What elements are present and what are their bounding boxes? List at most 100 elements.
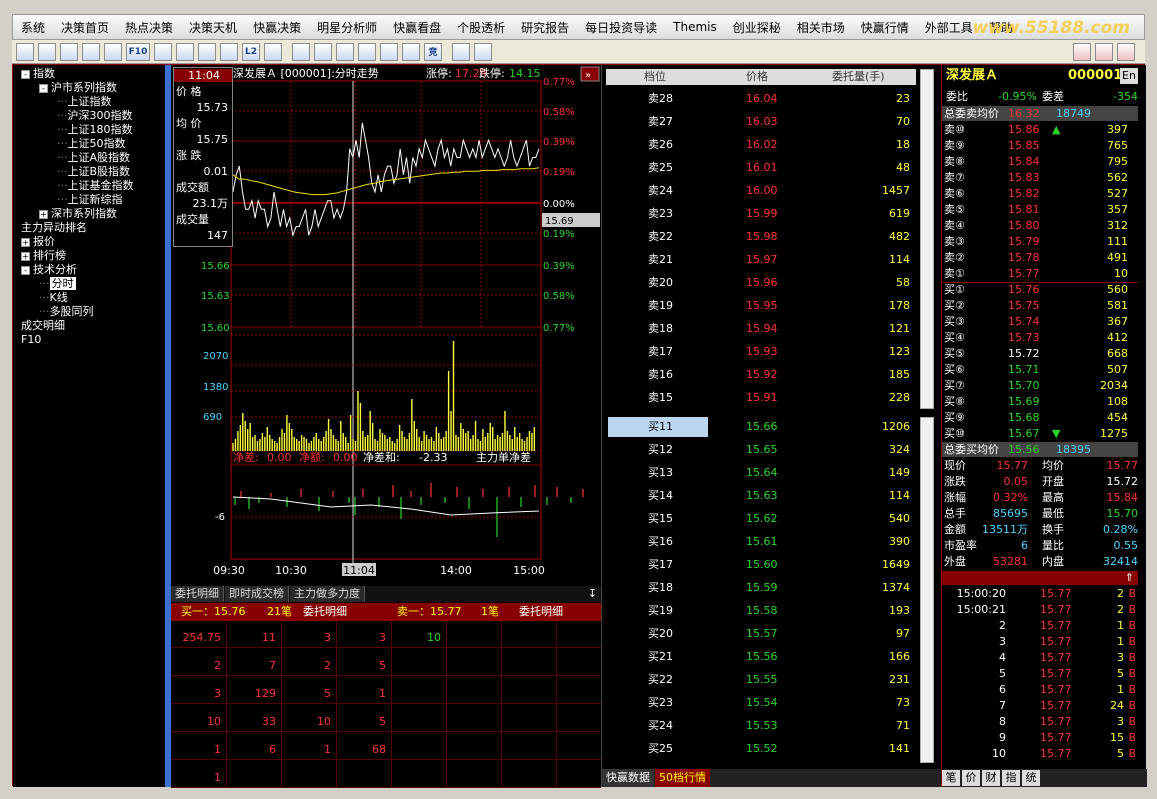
jing-button[interactable]: 竞 (424, 42, 442, 61)
fund-icon[interactable] (198, 42, 216, 61)
depth-buy-row[interactable]: 买18 15.59 1374 (606, 578, 916, 598)
tree-node[interactable]: + 排行榜 (21, 249, 66, 263)
depth-sell-row[interactable]: 卖23 15.99 619 (606, 204, 916, 224)
menu-item-2[interactable]: 热点决策 (117, 19, 181, 36)
cube-icon[interactable] (220, 42, 238, 61)
tree-node[interactable]: ···上证基金指数 (57, 179, 134, 193)
menu-item-8[interactable]: 研究报告 (513, 19, 577, 36)
depth-sell-row[interactable]: 卖25 16.01 48 (606, 158, 916, 178)
menu-item-6[interactable]: 快赢看盘 (385, 19, 449, 36)
expand-icon[interactable]: + (39, 209, 48, 219)
depth-buy-row[interactable]: 买21 15.56 166 (606, 647, 916, 667)
tool-icon[interactable] (380, 42, 398, 61)
depth-buy-row[interactable]: 买19 15.58 193 (606, 601, 916, 621)
depth-sell-row[interactable]: 卖20 15.96 58 (606, 273, 916, 293)
chart-tab-2[interactable]: 主力做多力度 (290, 586, 365, 602)
depth-buy-row[interactable]: 买22 15.55 231 (606, 670, 916, 690)
list-icon[interactable] (82, 42, 100, 61)
tree-node[interactable]: ··· 分时 (39, 277, 76, 291)
tree-node[interactable]: ···多股同列 (39, 305, 94, 319)
quote-tab-0[interactable]: 笔 (942, 770, 960, 786)
depth-buy-row[interactable]: 买24 15.53 71 (606, 716, 916, 736)
help-icon[interactable] (1095, 43, 1113, 61)
menu-item-9[interactable]: 每日投资导读 (577, 19, 665, 36)
quote-tab-1[interactable]: 价 (962, 770, 980, 786)
tree-node[interactable]: ···上证指数 (57, 95, 112, 109)
tree-node[interactable]: ···K线 (39, 291, 68, 305)
export-icon[interactable] (452, 42, 470, 61)
bar-chart-icon[interactable] (314, 42, 332, 61)
refresh-icon[interactable] (474, 42, 492, 61)
collapse-icon[interactable]: - (39, 83, 48, 93)
download-icon[interactable] (1117, 43, 1135, 61)
depth-sell-row[interactable]: 卖21 15.97 114 (606, 250, 916, 270)
depth-buy-row[interactable]: 买25 15.52 141 (606, 739, 916, 759)
menu-item-5[interactable]: 明星分析师 (309, 19, 385, 36)
report-icon[interactable] (176, 42, 194, 61)
depth-sell-row[interactable]: 卖18 15.94 121 (606, 319, 916, 339)
depth-tab-0[interactable]: 快赢数据 (602, 769, 654, 787)
sell-scrollbar[interactable] (920, 69, 934, 409)
depth-buy-row[interactable]: 买11 15.66 1206 (606, 417, 916, 437)
block-icon[interactable] (358, 42, 376, 61)
chart-icon[interactable] (104, 42, 122, 61)
expand-icon[interactable]: + (21, 237, 30, 247)
pin-icon[interactable]: ↧ (588, 586, 601, 602)
depth-tab-1[interactable]: 50档行情 (655, 769, 710, 787)
tree-node[interactable]: ···上证新综指 (57, 193, 123, 207)
table-icon[interactable] (60, 42, 78, 61)
line-chart-icon[interactable] (292, 42, 310, 61)
tree-node[interactable]: - 指数 (21, 67, 55, 81)
chart-tab-0[interactable]: 委托明细 (171, 586, 224, 602)
menu-item-14[interactable]: 外部工具 (917, 19, 981, 36)
depth-buy-row[interactable]: 买15 15.62 540 (606, 509, 916, 529)
tree-node[interactable]: ···上证180指数 (57, 123, 133, 137)
tree-node[interactable]: F10 (21, 333, 41, 347)
exit-icon[interactable] (1073, 43, 1091, 61)
menu-item-0[interactable]: 系统 (13, 19, 53, 36)
tree-node[interactable]: - 技术分析 (21, 263, 77, 277)
menu-item-10[interactable]: Themis (665, 20, 725, 34)
expand-icon[interactable]: + (21, 251, 30, 261)
depth-buy-row[interactable]: 买12 15.65 324 (606, 440, 916, 460)
menu-item-1[interactable]: 决策首页 (53, 19, 117, 36)
quote-tab-2[interactable]: 财 (982, 770, 1000, 786)
depth-buy-row[interactable]: 买20 15.57 97 (606, 624, 916, 644)
depth-sell-row[interactable]: 卖15 15.91 228 (606, 388, 916, 408)
quote-tab-4[interactable]: 统 (1022, 770, 1040, 786)
tree-node[interactable]: - 沪市系列指数 (39, 81, 117, 95)
tree-node[interactable]: + 报价 (21, 235, 55, 249)
menu-item-13[interactable]: 快赢行情 (853, 19, 917, 36)
l2-button[interactable]: L2 (242, 42, 260, 61)
grid-icon[interactable] (38, 42, 56, 61)
record-icon[interactable] (154, 42, 172, 61)
depth-buy-row[interactable]: 买23 15.54 73 (606, 693, 916, 713)
quote-tab-3[interactable]: 指 (1002, 770, 1020, 786)
depth-buy-row[interactable]: 买14 15.63 114 (606, 486, 916, 506)
collapse-icon[interactable]: - (21, 265, 30, 275)
f10-button[interactable]: F10 (126, 42, 150, 61)
menu-item-3[interactable]: 决策天机 (181, 19, 245, 36)
rss-icon[interactable] (264, 42, 282, 61)
menu-item-11[interactable]: 创业探秘 (725, 19, 789, 36)
candle-icon[interactable] (336, 42, 354, 61)
photo-icon[interactable] (402, 42, 420, 61)
menu-item-12[interactable]: 相关市场 (789, 19, 853, 36)
tree-node[interactable]: 成交明细 (21, 319, 65, 333)
tree-node[interactable]: ···上证B股指数 (57, 165, 130, 179)
depth-buy-row[interactable]: 买13 15.64 149 (606, 463, 916, 483)
home-icon[interactable] (16, 42, 34, 61)
depth-sell-row[interactable]: 卖28 16.04 23 (606, 89, 916, 109)
menu-item-7[interactable]: 个股透析 (449, 19, 513, 36)
tree-node[interactable]: ···上证50指数 (57, 137, 126, 151)
depth-sell-row[interactable]: 卖24 16.00 1457 (606, 181, 916, 201)
collapse-icon[interactable]: - (21, 69, 30, 79)
buy-scrollbar[interactable] (920, 417, 934, 763)
depth-buy-row[interactable]: 买16 15.61 390 (606, 532, 916, 552)
chart-tab-1[interactable]: 即时成交榜 (225, 586, 289, 602)
tree-node[interactable]: 主力异动排名 (21, 221, 87, 235)
depth-sell-row[interactable]: 卖22 15.98 482 (606, 227, 916, 247)
tree-node[interactable]: ···上证A股指数 (57, 151, 130, 165)
depth-sell-row[interactable]: 卖26 16.02 18 (606, 135, 916, 155)
depth-sell-row[interactable]: 卖27 16.03 70 (606, 112, 916, 132)
